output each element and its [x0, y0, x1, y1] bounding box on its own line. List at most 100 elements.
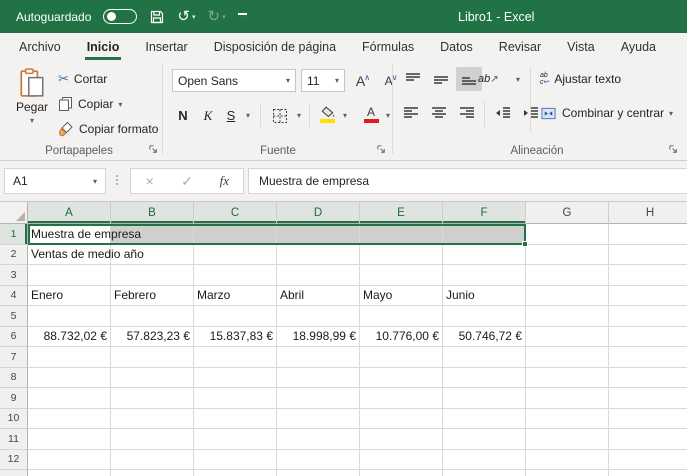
- row-header-4[interactable]: 4: [0, 286, 28, 307]
- cell-B11[interactable]: [111, 429, 194, 450]
- column-header-C[interactable]: C: [194, 202, 277, 224]
- row-header-3[interactable]: 3: [0, 265, 28, 286]
- cell-H2[interactable]: [609, 245, 687, 266]
- cell-G7[interactable]: [526, 347, 609, 368]
- cell-F1[interactable]: [443, 224, 526, 245]
- tab-insertar[interactable]: Insertar: [132, 33, 200, 60]
- cell-A10[interactable]: [28, 409, 111, 430]
- cell-B5[interactable]: [111, 306, 194, 327]
- cell-E4[interactable]: Mayo: [360, 286, 443, 307]
- cell-E11[interactable]: [360, 429, 443, 450]
- cell-A5[interactable]: [28, 306, 111, 327]
- underline-dropdown[interactable]: ▾: [242, 103, 254, 128]
- cell-D5[interactable]: [277, 306, 360, 327]
- tab-formulas[interactable]: Fórmulas: [349, 33, 427, 60]
- cell-A11[interactable]: [28, 429, 111, 450]
- cell-B13[interactable]: [111, 470, 194, 476]
- cell-F11[interactable]: [443, 429, 526, 450]
- align-top-button[interactable]: [400, 67, 426, 91]
- row-header-8[interactable]: 8: [0, 368, 28, 389]
- chevron-down-icon[interactable]: ▾: [118, 100, 122, 109]
- cell-G6[interactable]: [526, 327, 609, 348]
- fill-color-dropdown[interactable]: ▾: [339, 103, 351, 128]
- bold-button[interactable]: N: [172, 103, 194, 128]
- cell-G2[interactable]: [526, 245, 609, 266]
- cell-C3[interactable]: [194, 265, 277, 286]
- cell-B4[interactable]: Febrero: [111, 286, 194, 307]
- cell-D4[interactable]: Abril: [277, 286, 360, 307]
- column-header-H[interactable]: H: [609, 202, 687, 224]
- cell-G5[interactable]: [526, 306, 609, 327]
- wrap-text-button[interactable]: abc↩ Ajustar texto: [540, 68, 621, 90]
- align-middle-button[interactable]: [428, 67, 454, 91]
- cell-D10[interactable]: [277, 409, 360, 430]
- save-button[interactable]: [149, 9, 165, 25]
- row-header-9[interactable]: 9: [0, 388, 28, 409]
- cell-D1[interactable]: [277, 224, 360, 245]
- redo-button[interactable]: ↻▾: [208, 9, 226, 24]
- font-size-select[interactable]: 11▾: [301, 69, 345, 92]
- chevron-down-icon[interactable]: ▾: [222, 13, 226, 21]
- cell-F3[interactable]: [443, 265, 526, 286]
- orientation-button[interactable]: ab↗: [478, 68, 499, 90]
- cell-H9[interactable]: [609, 388, 687, 409]
- font-color-button[interactable]: A: [359, 102, 383, 127]
- enter-button[interactable]: ✓: [168, 173, 205, 190]
- cell-C9[interactable]: [194, 388, 277, 409]
- tab-inicio[interactable]: Inicio: [74, 33, 133, 60]
- cell-A1[interactable]: Muestra de empresa: [28, 224, 111, 245]
- cell-E5[interactable]: [360, 306, 443, 327]
- cell-G9[interactable]: [526, 388, 609, 409]
- row-header-12[interactable]: 12: [0, 450, 28, 471]
- cell-E8[interactable]: [360, 368, 443, 389]
- cell-G13[interactable]: [526, 470, 609, 476]
- cell-F6[interactable]: 50.746,72 €: [443, 327, 526, 348]
- cell-C5[interactable]: [194, 306, 277, 327]
- cell-A2[interactable]: Ventas de medio año: [28, 245, 111, 266]
- cell-A7[interactable]: [28, 347, 111, 368]
- cell-F10[interactable]: [443, 409, 526, 430]
- chevron-down-icon[interactable]: ▾: [93, 177, 97, 186]
- cell-E13[interactable]: [360, 470, 443, 476]
- cell-B12[interactable]: [111, 450, 194, 471]
- alignment-dialog-launcher[interactable]: [666, 142, 680, 156]
- row-header-5[interactable]: 5: [0, 306, 28, 327]
- cell-H13[interactable]: [609, 470, 687, 476]
- cell-F2[interactable]: [443, 245, 526, 266]
- cell-B8[interactable]: [111, 368, 194, 389]
- decrease-indent-button[interactable]: [490, 101, 516, 125]
- cell-D6[interactable]: 18.998,99 €: [277, 327, 360, 348]
- copy-button[interactable]: Copiar ▾: [58, 93, 122, 115]
- underline-button[interactable]: S: [221, 103, 241, 128]
- cell-B6[interactable]: 57.823,23 €: [111, 327, 194, 348]
- cell-A4[interactable]: Enero: [28, 286, 111, 307]
- cell-C2[interactable]: [194, 245, 277, 266]
- formula-bar-resize-handle[interactable]: [116, 175, 118, 185]
- cell-C7[interactable]: [194, 347, 277, 368]
- align-center-button[interactable]: [426, 101, 452, 125]
- cell-E3[interactable]: [360, 265, 443, 286]
- cell-E1[interactable]: [360, 224, 443, 245]
- cell-C4[interactable]: Marzo: [194, 286, 277, 307]
- cell-E10[interactable]: [360, 409, 443, 430]
- font-dialog-launcher[interactable]: [374, 142, 388, 156]
- cell-A12[interactable]: [28, 450, 111, 471]
- name-box[interactable]: A1 ▾: [4, 168, 106, 194]
- cell-H11[interactable]: [609, 429, 687, 450]
- tab-revisar[interactable]: Revisar: [486, 33, 554, 60]
- cell-F8[interactable]: [443, 368, 526, 389]
- cell-G11[interactable]: [526, 429, 609, 450]
- column-header-B[interactable]: B: [111, 202, 194, 224]
- cell-D12[interactable]: [277, 450, 360, 471]
- cell-D13[interactable]: [277, 470, 360, 476]
- cell-H4[interactable]: [609, 286, 687, 307]
- cell-D8[interactable]: [277, 368, 360, 389]
- tab-disposicion-de-pagina[interactable]: Disposición de página: [201, 33, 349, 60]
- cell-H12[interactable]: [609, 450, 687, 471]
- cell-C13[interactable]: [194, 470, 277, 476]
- cancel-button[interactable]: ×: [131, 173, 168, 189]
- cell-B9[interactable]: [111, 388, 194, 409]
- cell-B7[interactable]: [111, 347, 194, 368]
- row-header-10[interactable]: 10: [0, 409, 28, 430]
- insert-function-button[interactable]: fx: [206, 173, 243, 189]
